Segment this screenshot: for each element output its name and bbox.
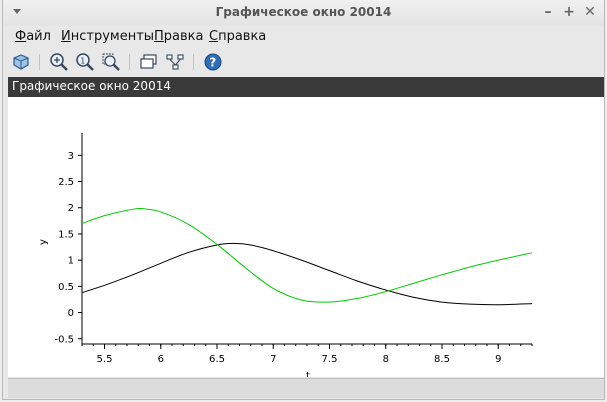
graphic-window: Графическое окно 20014 – + ✕ Файл Инстру… <box>2 0 605 400</box>
figure-title: Графическое окно 20014 <box>12 79 171 93</box>
x-tick-label: 7.5 <box>322 354 338 365</box>
menu-edit-label: равка <box>163 29 204 44</box>
x-tick-label: 8.5 <box>434 354 450 365</box>
menu-tools[interactable]: Инструменты <box>61 29 154 44</box>
y-tick-label: 0.5 <box>58 282 74 293</box>
menu-help-label: правка <box>218 29 267 44</box>
x-tick-label: 6 <box>158 354 164 365</box>
menu-file-label: айл <box>26 29 51 44</box>
toolbar-separator <box>129 54 130 70</box>
menu-edit-mnemonic: П <box>154 29 164 44</box>
x-tick-label: 8 <box>383 354 389 365</box>
x-tick-label: 7 <box>270 354 276 365</box>
maximize-icon[interactable]: + <box>560 3 578 21</box>
x-axis-label: t <box>306 371 310 377</box>
y-tick-label: 2.5 <box>58 177 74 188</box>
menubar: Файл Инструменты Правка Справка <box>3 26 604 48</box>
x-tick-label: 5.5 <box>97 354 113 365</box>
datatip-icon[interactable] <box>139 52 159 72</box>
window-title: Графическое окно 20014 <box>215 5 392 19</box>
close-icon[interactable]: ✕ <box>581 3 599 21</box>
menu-tools-label: нструменты <box>70 29 155 44</box>
y-tick-label: 3 <box>68 151 74 162</box>
y-tick-label: 2 <box>68 203 74 214</box>
toolbar: 1 ? <box>3 49 604 75</box>
menu-file-mnemonic: Ф <box>15 29 27 44</box>
rotate-icon[interactable] <box>11 52 31 72</box>
zoom-area-icon[interactable] <box>101 52 121 72</box>
toolbar-separator <box>39 54 40 70</box>
status-bar <box>8 378 604 398</box>
menu-file[interactable]: Файл <box>15 29 51 44</box>
help-icon[interactable]: ? <box>203 52 223 72</box>
plot-svg: -0.5 0 0.5 1 1.5 2 2.5 3 5.5 6 6.5 7 7.5 8 8.5 9 y t <box>38 133 533 382</box>
y-tick-label: -0.5 <box>54 334 74 345</box>
svg-text:1: 1 <box>80 56 85 65</box>
editor-icon[interactable] <box>165 52 185 72</box>
menu-tools-mnemonic: И <box>61 29 71 44</box>
series-layer <box>81 207 533 306</box>
axes: -0.5 0 0.5 1 1.5 2 2.5 3 5.5 6 6.5 7 7.5 8 8.5 9 <box>54 133 533 365</box>
svg-text:?: ? <box>209 56 216 70</box>
zoom-in-icon[interactable] <box>49 52 69 72</box>
menu-help[interactable]: Справка <box>209 29 266 44</box>
titlebar: Графическое окно 20014 – + ✕ <box>3 0 604 26</box>
x-tick-label: 9 <box>495 354 501 365</box>
figure-title-bar: Графическое окно 20014 <box>8 77 604 97</box>
series-line-1 <box>81 242 533 306</box>
toolbar-separator <box>193 54 194 70</box>
x-tick-label: 6.5 <box>209 354 225 365</box>
y-axis-label: y <box>38 239 49 245</box>
y-tick-label: 1 <box>68 256 74 267</box>
minimize-icon[interactable]: – <box>539 3 557 21</box>
menu-edit[interactable]: Правка <box>154 29 203 44</box>
y-tick-label: 1.5 <box>58 229 74 240</box>
y-tick-label: 0 <box>68 308 74 319</box>
plot-canvas[interactable]: -0.5 0 0.5 1 1.5 2 2.5 3 5.5 6 6.5 7 7.5 8 8.5 9 y t <box>8 97 604 382</box>
menu-help-mnemonic: С <box>209 29 219 44</box>
zoom-reset-icon[interactable]: 1 <box>75 52 95 72</box>
series-line-2 <box>81 207 533 303</box>
